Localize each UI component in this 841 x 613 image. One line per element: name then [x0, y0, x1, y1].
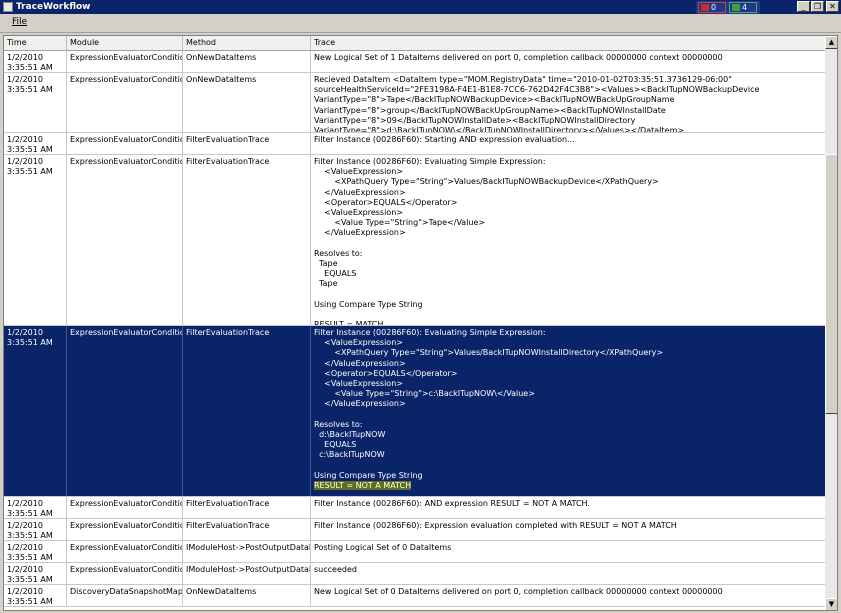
cell-trace: New Logical Set of 1 DataItems delivered…	[314, 53, 723, 62]
column-header-module[interactable]: Module	[67, 36, 183, 50]
error-count: 0	[711, 3, 717, 12]
cell-method: OnNewDataItems	[183, 73, 311, 132]
minimize-button[interactable]: _	[797, 1, 810, 12]
result-highlight: RESULT = NOT A MATCH	[314, 481, 412, 491]
cell-time: 1/2/2010 3:35:51 AM	[4, 326, 67, 496]
cell-method: FilterEvaluationTrace	[183, 497, 311, 518]
error-indicator: 0	[698, 2, 726, 13]
title-bar[interactable]: TraceWorkflow 0 4 _ ❐ ✕	[0, 0, 841, 14]
cell-method: OnNewDataItems	[183, 51, 311, 72]
cell-module: ExpressionEvaluatorCondition	[67, 326, 183, 496]
cell-method: FilterEvaluationTrace	[183, 519, 311, 540]
cell-time: 1/2/2010 3:35:51 AM	[4, 133, 67, 154]
cell-trace: Recieved DataItem <DataItem type="MOM.Re…	[314, 75, 760, 132]
table-row-selected[interactable]: 1/2/2010 3:35:51 AM ExpressionEvaluatorC…	[4, 326, 825, 497]
cell-time: 1/2/2010 3:35:51 AM	[4, 519, 67, 540]
app-icon	[3, 2, 13, 12]
cell-module: ExpressionEvaluatorCondition	[67, 563, 183, 584]
trace-text: Filter Instance (00286F60): Evaluating S…	[314, 328, 664, 480]
cell-trace: Posting Logical Set of 0 DataItems	[314, 543, 452, 552]
table-row[interactable]: 1/2/2010 3:35:51 AM ExpressionEvaluatorC…	[4, 563, 825, 585]
trace-workflow-window: TraceWorkflow 0 4 _ ❐ ✕ File Time Module…	[0, 0, 841, 613]
cell-module: ExpressionEvaluatorCondition	[67, 51, 183, 72]
scroll-down-button[interactable]: ▼	[825, 598, 837, 610]
error-icon	[701, 4, 709, 11]
cell-trace: Filter Instance (00286F60): Expression e…	[314, 521, 677, 530]
cell-trace: Filter Instance (00286F60): Starting AND…	[314, 135, 575, 144]
cell-module: ExpressionEvaluatorCondition	[67, 73, 183, 132]
cell-time: 1/2/2010 3:35:51 AM	[4, 155, 67, 325]
cell-time: 1/2/2010 3:35:51 AM	[4, 51, 67, 72]
table-row[interactable]: 1/2/2010 3:35:51 AM ExpressionEvaluatorC…	[4, 541, 825, 563]
grid-header: Time Module Method Trace	[4, 36, 825, 51]
cell-trace: Filter Instance (00286F60): AND expressi…	[314, 499, 590, 508]
column-header-method[interactable]: Method	[183, 36, 311, 50]
cell-method: FilterEvaluationTrace	[183, 326, 311, 496]
cell-module: ExpressionEvaluatorCondition	[67, 541, 183, 562]
table-row[interactable]: 1/2/2010 3:35:51 AM DiscoveryDataSnapsho…	[4, 585, 825, 607]
table-row[interactable]: 1/2/2010 3:35:51 AM ExpressionEvaluatorC…	[4, 497, 825, 519]
cell-method: OnNewDataItems	[183, 585, 311, 606]
scroll-thumb[interactable]	[825, 154, 837, 414]
close-button[interactable]: ✕	[826, 1, 839, 12]
window-title: TraceWorkflow	[16, 2, 91, 12]
scroll-up-button[interactable]: ▲	[825, 36, 837, 49]
cell-trace: Filter Instance (00286F60): Evaluating S…	[311, 326, 825, 496]
cell-time: 1/2/2010 3:35:51 AM	[4, 73, 67, 132]
cell-module: ExpressionEvaluatorCondition	[67, 519, 183, 540]
ok-indicator: 4	[729, 2, 757, 13]
table-row[interactable]: 1/2/2010 3:35:51 AM ExpressionEvaluatorC…	[4, 519, 825, 541]
column-header-trace[interactable]: Trace	[311, 36, 825, 50]
ok-count: 4	[742, 3, 748, 12]
menu-file[interactable]: File	[12, 17, 27, 27]
menu-bar: File	[0, 14, 841, 33]
cell-trace: succeeded	[314, 565, 357, 574]
vertical-scrollbar[interactable]: ▲ ▼	[825, 36, 837, 610]
cell-method: IModuleHost->PostOutputDataItems	[183, 563, 311, 584]
table-row[interactable]: 1/2/2010 3:35:51 AM ExpressionEvaluatorC…	[4, 73, 825, 133]
table-row[interactable]: 1/2/2010 3:35:51 AM ExpressionEvaluatorC…	[4, 51, 825, 73]
cell-method: IModuleHost->PostOutputDataItems	[183, 541, 311, 562]
cell-trace: New Logical Set of 0 DataItems delivered…	[314, 587, 723, 596]
cell-module: DiscoveryDataSnapshotMapper	[67, 585, 183, 606]
column-header-time[interactable]: Time	[4, 36, 67, 50]
table-row[interactable]: 1/2/2010 3:35:51 AM ExpressionEvaluatorC…	[4, 155, 825, 326]
status-indicators: 0 4	[696, 1, 760, 14]
table-row[interactable]: 1/2/2010 3:35:51 AM ExpressionEvaluatorC…	[4, 133, 825, 155]
cell-trace: Filter Instance (00286F60): Evaluating S…	[314, 157, 659, 325]
cell-module: ExpressionEvaluatorCondition	[67, 155, 183, 325]
trace-grid: Time Module Method Trace 1/2/2010 3:35:5…	[3, 35, 838, 611]
maximize-button[interactable]: ❐	[811, 1, 824, 12]
cell-method: FilterEvaluationTrace	[183, 133, 311, 154]
cell-time: 1/2/2010 3:35:51 AM	[4, 563, 67, 584]
cell-method: FilterEvaluationTrace	[183, 155, 311, 325]
cell-time: 1/2/2010 3:35:51 AM	[4, 585, 67, 606]
cell-time: 1/2/2010 3:35:51 AM	[4, 541, 67, 562]
cell-time: 1/2/2010 3:35:51 AM	[4, 497, 67, 518]
ok-icon	[732, 4, 740, 11]
cell-module: ExpressionEvaluatorCondition	[67, 133, 183, 154]
cell-module: ExpressionEvaluatorCondition	[67, 497, 183, 518]
